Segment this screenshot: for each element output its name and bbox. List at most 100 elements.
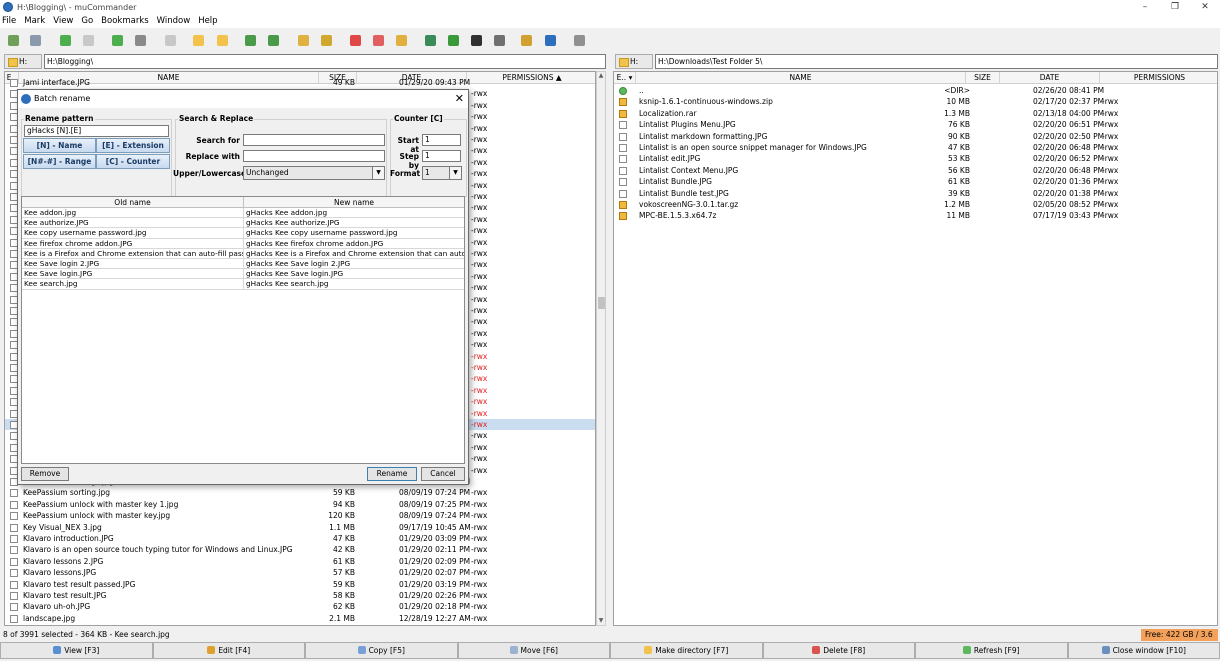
bookmark-icon[interactable] (350, 35, 361, 46)
left-file-row[interactable]: Klavaro introduction.JPG 47 KB 01/29/20 03… (5, 533, 595, 544)
make-directory-button[interactable]: Make directory [F7] (610, 642, 763, 659)
old-name-cell[interactable]: Kee authorize.JPG (22, 218, 244, 229)
left-file-row[interactable]: KeePassium unlock with master key 1.jpg 9… (5, 499, 595, 510)
menu-help[interactable]: Help (198, 16, 217, 26)
new-name-cell[interactable]: gHacks Kee Save login.JPG (244, 269, 464, 280)
right-file-row[interactable]: Lintalist Plugins Menu.JPG 76 KB 02/20/20 … (614, 119, 1217, 130)
rename-pattern-input[interactable]: gHacks [N].[E] (24, 125, 169, 137)
left-file-row[interactable]: Key Visual_NEX 3.jpg 1.1 MB 09/17/19 10:45… (5, 522, 595, 533)
right-drive-button[interactable]: H: (615, 54, 653, 69)
menu-window[interactable]: Window (157, 16, 191, 26)
dialog-close-icon[interactable]: ✕ (455, 90, 464, 108)
case-select[interactable]: Unchanged ▼ (243, 166, 385, 180)
delete-button[interactable]: Delete [F8] (762, 642, 915, 659)
left-file-row[interactable]: Klavaro lessons.JPG 57 KB 01/29/20 02:07 P… (5, 567, 595, 578)
new-name-cell[interactable]: gHacks Kee addon.jpg (244, 208, 464, 219)
right-file-row[interactable]: Lintalist edit.JPG 53 KB 02/20/20 06:52 PM… (614, 153, 1217, 164)
move-button[interactable]: Move [F6] (457, 642, 610, 659)
right-file-panel[interactable]: E.. ▾ NAME SIZE DATE PERMISSIONS .. <DIR>… (613, 71, 1218, 626)
new-name-header[interactable]: New name (244, 197, 464, 208)
refresh-button[interactable]: Refresh [F9] (915, 642, 1068, 659)
back-icon[interactable] (60, 35, 71, 46)
right-col-name[interactable]: NAME (636, 72, 966, 84)
old-name-cell[interactable]: Kee search.jpg (22, 279, 244, 290)
settings-icon[interactable] (574, 35, 585, 46)
new-name-cell[interactable]: gHacks Kee copy username password.jpg (244, 228, 464, 239)
left-scroll-thumb[interactable] (598, 297, 605, 309)
insert-range-button[interactable]: [N#-#] - Range (23, 154, 96, 169)
right-col-ext[interactable]: E.. ▾ (614, 72, 636, 84)
maximize-button[interactable]: ❐ (1160, 0, 1190, 14)
right-file-row[interactable]: Lintalist Bundle test.JPG 39 KB 02/20/20 0… (614, 188, 1217, 199)
right-col-perms[interactable]: PERMISSIONS (1100, 72, 1217, 84)
left-path-field[interactable]: H:\Blogging\ (44, 54, 606, 69)
insert-name-button[interactable]: [N] - Name (23, 138, 96, 153)
bookmark-add-icon[interactable] (373, 35, 384, 46)
right-path-field[interactable]: H:\Downloads\Test Folder 5\ (655, 54, 1218, 69)
folder-open-icon[interactable] (217, 35, 228, 46)
minimize-button[interactable]: – (1130, 0, 1160, 14)
left-file-row[interactable]: Klavaro is an open source touch typing t… (5, 544, 595, 555)
right-file-row[interactable]: ksnip-1.6.1-continuous-windows.zip 10 MB 0… (614, 96, 1217, 107)
menu-bookmarks[interactable]: Bookmarks (101, 16, 149, 26)
old-name-cell[interactable]: Kee Save login 2.JPG (22, 259, 244, 270)
right-file-row[interactable]: Lintalist Context Menu.JPG 56 KB 02/20/20 … (614, 165, 1217, 176)
right-col-size[interactable]: SIZE (966, 72, 1000, 84)
format-select[interactable]: 1 ▼ (422, 166, 462, 180)
new-name-cell[interactable]: gHacks Kee authorize.JPG (244, 218, 464, 229)
terminal-icon[interactable] (471, 35, 482, 46)
forward-icon[interactable] (112, 35, 123, 46)
menu-view[interactable]: View (53, 16, 73, 26)
copy-button[interactable]: Copy [F5] (305, 642, 458, 659)
right-col-date[interactable]: DATE (1000, 72, 1100, 84)
sync-icon[interactable] (268, 35, 279, 46)
new-name-cell[interactable]: gHacks Kee is a Firefox and Chrome exten… (244, 249, 464, 259)
close-button[interactable]: ✕ (1190, 0, 1220, 14)
left-drive-button[interactable]: H: (4, 54, 42, 69)
view-button[interactable]: View [F3] (0, 642, 153, 659)
old-name-cell[interactable]: Kee Save login.JPG (22, 269, 244, 280)
menu-file[interactable]: File (2, 16, 16, 26)
menu-go[interactable]: Go (81, 16, 93, 26)
left-file-row[interactable]: landscape.jpg 2.1 MB 12/28/19 12:27 AM -rwx (5, 613, 595, 624)
old-name-cell[interactable]: Kee addon.jpg (22, 208, 244, 219)
left-file-row[interactable]: Jami interface.JPG 49 KB 01/29/20 09:43 PM (5, 77, 595, 88)
info-icon[interactable] (545, 35, 556, 46)
left-file-row[interactable]: Klavaro test result passed.JPG 59 KB 01/29… (5, 579, 595, 590)
close-window-button[interactable]: Close window [F10] (1067, 642, 1220, 659)
globe-icon[interactable] (425, 35, 436, 46)
edit-icon[interactable] (521, 35, 532, 46)
search-for-input[interactable] (243, 134, 385, 146)
save-icon[interactable] (30, 35, 41, 46)
left-file-row[interactable]: KeePassium sorting.jpg 59 KB 08/09/19 07:2… (5, 487, 595, 498)
unmark-icon[interactable] (321, 35, 332, 46)
left-file-row[interactable]: Klavaro lessons 2.JPG 61 KB 01/29/20 02:09… (5, 556, 595, 567)
blank-icon[interactable] (165, 35, 176, 46)
step-by-input[interactable]: 1 (422, 150, 461, 162)
right-file-row[interactable]: Lintalist Bundle.JPG 61 KB 02/20/20 01:36 … (614, 176, 1217, 187)
edit-button[interactable]: Edit [F4] (152, 642, 305, 659)
globe2-icon[interactable] (448, 35, 459, 46)
new-window-icon[interactable] (8, 35, 19, 46)
replace-with-input[interactable] (243, 150, 385, 162)
stop-icon[interactable] (83, 35, 94, 46)
left-file-row[interactable]: Klavaro test result.JPG 58 KB 01/29/20 02:… (5, 590, 595, 601)
swap-icon[interactable] (245, 35, 256, 46)
right-file-row[interactable]: Localization.rar 1.3 MB 02/13/18 04:00 PM -… (614, 108, 1217, 119)
scroll-down-icon[interactable]: ▼ (597, 617, 605, 625)
home-icon[interactable] (135, 35, 146, 46)
left-scrollbar[interactable]: ▲ ▼ (596, 71, 606, 626)
old-name-cell[interactable]: Kee is a Firefox and Chrome extension th… (22, 248, 244, 259)
right-file-row[interactable]: MPC-BE.1.5.3.x64.7z 11 MB 07/17/19 03:43 P… (614, 210, 1217, 221)
menu-mark[interactable]: Mark (24, 16, 45, 26)
right-file-row[interactable]: Lintalist markdown formatting.JPG 90 KB 02… (614, 131, 1217, 142)
scroll-up-icon[interactable]: ▲ (597, 72, 605, 80)
key-icon[interactable] (396, 35, 407, 46)
left-file-row[interactable]: Klavaro uh-oh.JPG 62 KB 01/29/20 02:18 PM -… (5, 601, 595, 612)
left-file-row[interactable]: KeePassium unlock with master key.jpg 120… (5, 510, 595, 521)
insert-extension-button[interactable]: [E] - Extension (96, 138, 170, 153)
new-name-cell[interactable]: gHacks Kee search.jpg (244, 279, 464, 290)
insert-counter-button[interactable]: [C] - Counter (96, 154, 170, 169)
rename-button[interactable]: Rename (367, 467, 417, 481)
right-file-row[interactable]: Lintalist is an open source snippet mana… (614, 142, 1217, 153)
